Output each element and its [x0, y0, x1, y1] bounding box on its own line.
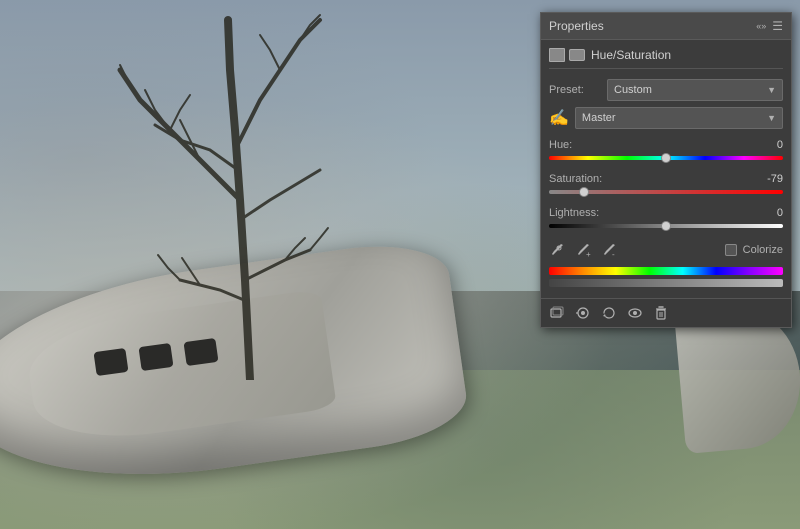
result-color-strip	[549, 279, 783, 287]
colorize-label: Colorize	[743, 244, 783, 256]
menu-icon[interactable]: ☰	[772, 19, 783, 33]
preset-value: Custom	[614, 84, 652, 96]
lightness-slider-track[interactable]	[549, 221, 783, 231]
add-sample-tool[interactable]: +	[575, 241, 593, 259]
visibility-icon[interactable]	[627, 305, 643, 321]
tree	[100, 0, 400, 380]
clip-layer-icon[interactable]	[549, 305, 565, 321]
preset-select[interactable]: Custom ▼	[607, 79, 783, 101]
lightness-value: 0	[755, 207, 783, 219]
saturation-value: -79	[755, 173, 783, 185]
sat-label-row: Saturation: -79	[549, 173, 783, 185]
sat-slider-thumb[interactable]	[579, 187, 589, 197]
properties-panel: Properties «» ☰ Hue/Saturation Preset: C…	[540, 12, 792, 328]
colorize-checkbox[interactable]	[725, 244, 737, 256]
view-previous-icon[interactable]	[575, 305, 591, 321]
channel-select[interactable]: Master ▼	[575, 107, 783, 129]
channel-row: ✍ Master ▼	[549, 107, 783, 129]
hue-label: Hue:	[549, 139, 572, 151]
colorize-row: Colorize	[725, 244, 783, 256]
panel-footer	[541, 298, 791, 327]
channel-dropdown-arrow: ▼	[767, 113, 776, 123]
collapse-icon[interactable]: «»	[756, 21, 766, 31]
tools-row: + - Colorize	[549, 241, 783, 259]
panel-header: Properties «» ☰	[541, 13, 791, 40]
preset-row: Preset: Custom ▼	[549, 79, 783, 101]
hue-slider-track[interactable]	[549, 153, 783, 163]
hue-value: 0	[755, 139, 783, 151]
lightness-slider-row: Lightness: 0	[549, 207, 783, 231]
eyedropper-tool[interactable]	[549, 241, 567, 259]
panel-body: Hue/Saturation Preset: Custom ▼ ✍ Master…	[541, 40, 791, 298]
layer-icon	[549, 48, 565, 62]
preset-label: Preset:	[549, 84, 607, 96]
panel-header-icons: «» ☰	[756, 19, 783, 33]
svg-text:-: -	[612, 250, 615, 257]
channel-value: Master	[582, 112, 616, 124]
section-icons	[549, 48, 585, 62]
hand-cursor-icon[interactable]: ✍	[549, 108, 569, 128]
lightness-label: Lightness:	[549, 207, 599, 219]
hue-label-row: Hue: 0	[549, 139, 783, 151]
svg-text:+: +	[586, 250, 591, 257]
section-title-row: Hue/Saturation	[549, 48, 783, 69]
hue-color-strip	[549, 267, 783, 275]
preset-dropdown-arrow: ▼	[767, 85, 776, 95]
panel-title: Properties	[549, 19, 604, 33]
footer-icons	[549, 305, 669, 321]
camera-icon	[569, 49, 585, 61]
saturation-label: Saturation:	[549, 173, 602, 185]
hue-slider-row: Hue: 0	[549, 139, 783, 163]
delete-icon[interactable]	[653, 305, 669, 321]
light-label-row: Lightness: 0	[549, 207, 783, 219]
saturation-slider-row: Saturation: -79	[549, 173, 783, 197]
light-slider-thumb[interactable]	[661, 221, 671, 231]
remove-sample-tool[interactable]: -	[601, 241, 619, 259]
saturation-slider-track[interactable]	[549, 187, 783, 197]
hue-slider-thumb[interactable]	[661, 153, 671, 163]
section-label: Hue/Saturation	[591, 48, 671, 62]
reset-icon[interactable]	[601, 305, 617, 321]
